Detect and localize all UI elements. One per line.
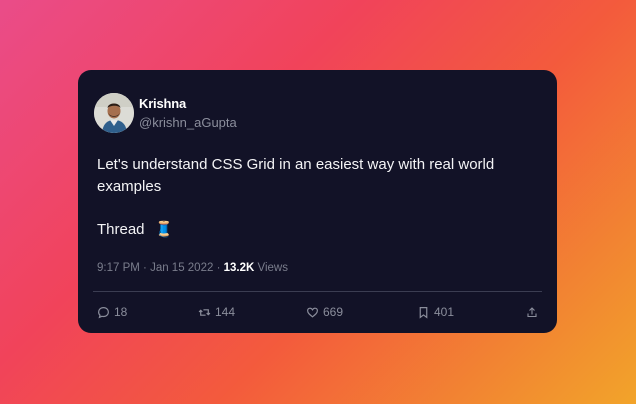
thread-label: Thread	[97, 221, 145, 238]
meta-separator: ·	[143, 262, 151, 274]
tweet-meta: 9:17 PM · Jan 15 2022 · 13.2K Views	[97, 262, 288, 274]
divider	[93, 291, 542, 292]
meta-separator: ·	[216, 262, 224, 274]
retweet-count: 144	[215, 305, 236, 319]
reply-button[interactable]: 18	[97, 304, 127, 320]
views-label: Views	[257, 262, 288, 274]
avatar-photo	[94, 93, 134, 133]
thread-line: Thread 🧵	[97, 220, 173, 238]
reply-icon	[98, 306, 109, 318]
tweet-card: Krishna @krishn_aGupta Let's understand …	[78, 70, 557, 333]
bookmark-button[interactable]: 401	[417, 304, 454, 320]
tweet-date[interactable]: Jan 15 2022	[150, 262, 213, 274]
retweet-icon	[198, 308, 211, 316]
like-button[interactable]: 669	[306, 304, 343, 320]
heart-icon	[307, 307, 318, 318]
share-icon	[527, 306, 537, 317]
retweet-button[interactable]: 144	[198, 304, 235, 320]
bookmark-count: 401	[434, 305, 455, 319]
thread-emoji: 🧵	[154, 221, 174, 238]
author-name[interactable]: Krishna	[139, 96, 186, 111]
views-count: 13.2K	[223, 262, 255, 274]
tweet-text: Let's understand CSS Grid in an easiest …	[97, 156, 495, 195]
author-handle[interactable]: @krishn_aGupta	[139, 115, 237, 130]
tweet-time[interactable]: 9:17 PM	[97, 262, 140, 274]
like-count: 669	[323, 305, 344, 319]
bookmark-icon	[419, 306, 428, 319]
share-button[interactable]	[526, 304, 538, 320]
avatar[interactable]	[94, 93, 134, 133]
reply-count: 18	[114, 305, 128, 319]
